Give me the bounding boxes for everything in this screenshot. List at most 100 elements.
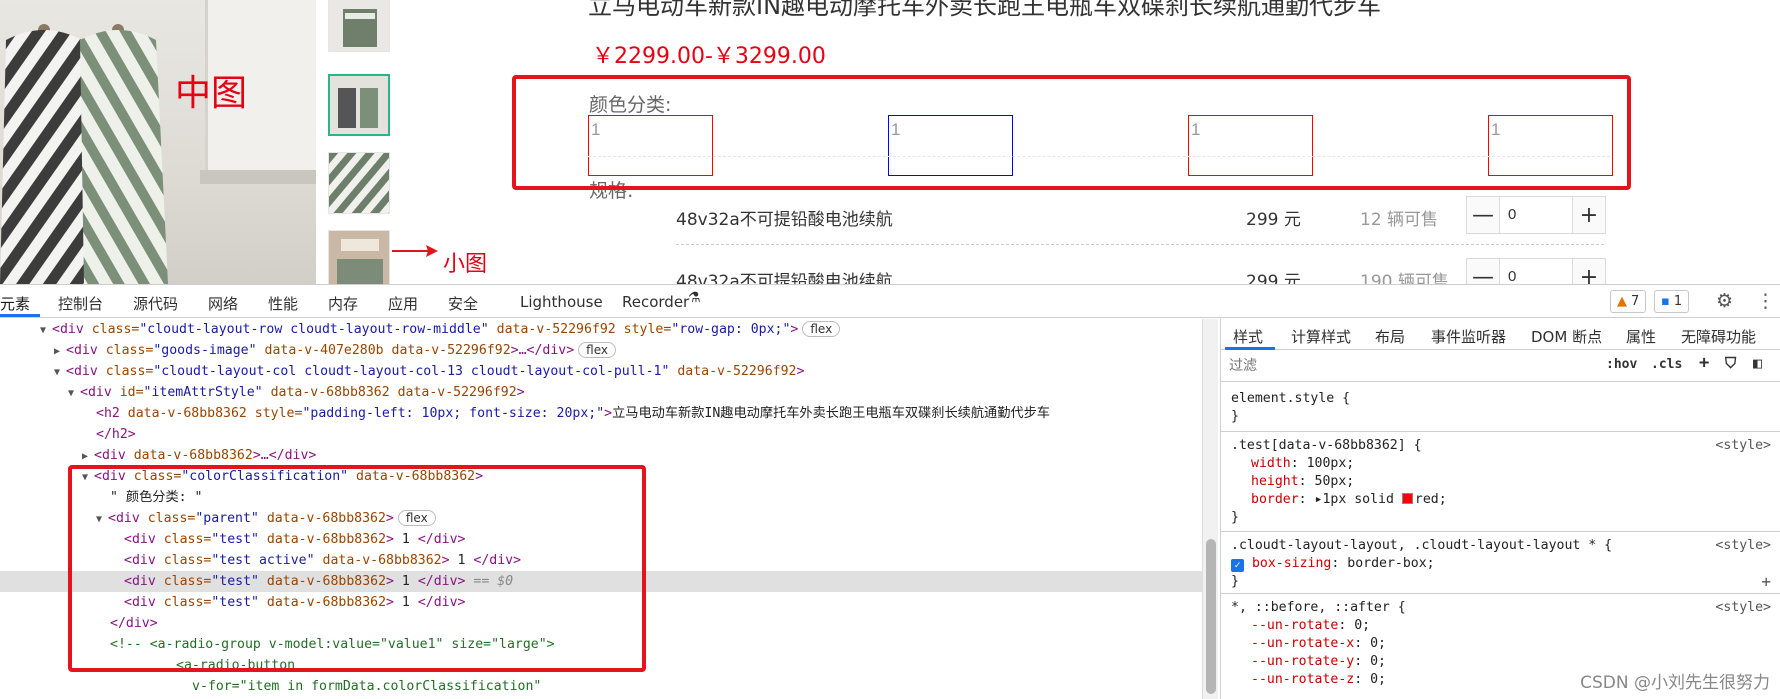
product-title: 立马电动车新款IN趣电动摩托车外卖长跑王电瓶车双碟刹长续航通勤代步车: [588, 0, 1382, 20]
test-rule-selector[interactable]: .test[data-v-68bb8362] { <style>: [1231, 437, 1771, 455]
rule-source-link[interactable]: <style>: [1715, 437, 1771, 455]
dom-node[interactable]: </h2>: [0, 424, 1202, 445]
thumbnail-4[interactable]: [328, 230, 390, 284]
css-declaration[interactable]: --un-rotate-x: 0;: [1231, 635, 1771, 653]
messages-badge[interactable]: ▪ 1: [1654, 290, 1690, 313]
tab-memory[interactable]: 内存: [328, 293, 358, 314]
tab-performance[interactable]: 性能: [268, 293, 298, 314]
flex-badge[interactable]: flex: [802, 321, 841, 337]
css-declaration[interactable]: height: 50px;: [1231, 473, 1771, 491]
tab-lighthouse[interactable]: Lighthouse: [520, 293, 603, 311]
spec-price: 299 元: [1246, 272, 1301, 284]
tab-styles[interactable]: 样式: [1233, 326, 1263, 347]
tab-layout[interactable]: 布局: [1375, 326, 1405, 347]
rule-source-link[interactable]: <style>: [1715, 599, 1771, 617]
tab-accessibility[interactable]: 无障碍功能: [1681, 326, 1756, 347]
annotation-frame-dom-code: [68, 465, 646, 672]
dom-node[interactable]: ▼ <div class="cloudt-layout-col cloudt-la…: [0, 361, 1202, 382]
dom-node[interactable]: ▼ <div class="cloudt-layout-row cloudt-la…: [0, 319, 1202, 340]
tab-security[interactable]: 安全: [448, 293, 478, 314]
tab-event-listeners[interactable]: 事件监听器: [1431, 326, 1506, 347]
dom-node[interactable]: ▼ <div id="itemAttrStyle" data-v-68bb8362…: [0, 382, 1202, 403]
tab-properties[interactable]: 属性: [1626, 326, 1656, 347]
divider: [676, 244, 1604, 245]
annotation-frame-color-boxes: [512, 75, 1631, 190]
paint-icon[interactable]: ⛉: [1725, 354, 1736, 372]
checkbox-icon[interactable]: ✓: [1231, 559, 1244, 572]
expand-icon[interactable]: ▶: [82, 446, 94, 467]
styles-pane: 样式 计算样式 布局 事件监听器 DOM 断点 属性 无障碍功能 :hov .c…: [1220, 319, 1780, 699]
more-menu-icon[interactable]: ⋮: [1756, 290, 1775, 313]
dom-scrollbar[interactable]: [1202, 319, 1218, 699]
collapse-icon[interactable]: ▼: [54, 362, 66, 383]
styles-filter-input[interactable]: [1229, 356, 1589, 376]
devtools-tabbar: 元素 控制台 源代码 网络 性能 内存 应用 安全 Lighthouse Rec…: [0, 285, 1780, 318]
product-page: 中图 小图 立马电动车新款IN趣电动摩托车外卖长跑王电瓶车双碟刹长续航通勤代步车…: [0, 0, 1780, 284]
flask-icon: ⚗: [688, 290, 701, 306]
expand-icon[interactable]: ▶: [54, 341, 66, 362]
rule-close: }: [1231, 510, 1239, 525]
add-rule-icon[interactable]: +: [1699, 353, 1709, 373]
tab-application[interactable]: 应用: [388, 293, 418, 314]
tab-computed[interactable]: 计算样式: [1291, 326, 1351, 347]
rule-close: } +: [1231, 572, 1771, 591]
collapse-icon[interactable]: ▼: [68, 383, 80, 404]
color-swatch[interactable]: [1401, 493, 1413, 504]
tab-dom-breakpoints[interactable]: DOM 断点: [1531, 326, 1602, 347]
sidebar-toggle-icon[interactable]: ◧: [1753, 354, 1762, 372]
tab-recorder[interactable]: Recorder: [622, 293, 689, 311]
css-declaration[interactable]: ✓ box-sizing: border-box;: [1231, 555, 1771, 573]
quantity-input[interactable]: 0: [1499, 259, 1573, 284]
towels-illustration: [0, 24, 168, 284]
rule-separator: [1221, 593, 1780, 594]
tab-sources[interactable]: 源代码: [133, 293, 178, 314]
increment-button[interactable]: +: [1573, 259, 1605, 284]
spec-row: 48v32a不可提铅酸电池续航 299 元 190 辆可售 — 0 +: [676, 258, 1606, 284]
decrement-button[interactable]: —: [1467, 197, 1499, 233]
quantity-input[interactable]: 0: [1499, 197, 1573, 233]
flex-badge[interactable]: flex: [578, 342, 617, 358]
active-tab-indicator: [0, 314, 40, 317]
arrow-icon: [392, 245, 438, 257]
tab-console[interactable]: 控制台: [58, 293, 103, 314]
class-toggle[interactable]: .cls: [1651, 357, 1682, 372]
gear-icon[interactable]: ⚙: [1716, 290, 1733, 313]
dom-node[interactable]: ▶ <div data-v-68bb8362>…</div>: [0, 445, 1202, 466]
quantity-stepper: — 0 +: [1466, 258, 1606, 284]
dom-node[interactable]: <h2 data-v-68bb8362 style="padding-left:…: [0, 403, 1202, 424]
thumbnail-3[interactable]: [328, 152, 390, 214]
tab-network[interactable]: 网络: [208, 293, 238, 314]
thumbnail-1[interactable]: [328, 0, 390, 52]
rule-source-link[interactable]: <style>: [1715, 537, 1771, 555]
spec-stock: 190 辆可售: [1360, 272, 1449, 284]
layout-rule-selector[interactable]: .cloudt-layout-layout, .cloudt-layout-la…: [1231, 537, 1771, 555]
quantity-stepper: — 0 +: [1466, 196, 1606, 234]
styles-filter-row: :hov .cls + ⛉ ◧: [1221, 350, 1780, 382]
message-icon: ▪: [1661, 294, 1670, 309]
css-declaration[interactable]: width: 100px;: [1231, 455, 1771, 473]
add-rule-icon[interactable]: +: [1761, 573, 1771, 591]
warnings-count: 7: [1631, 294, 1640, 309]
rule-separator: [1221, 431, 1780, 432]
css-declaration[interactable]: --un-rotate: 0;: [1231, 617, 1771, 635]
element-style-rule[interactable]: element.style {: [1231, 390, 1771, 408]
watermark: CSDN @小刘先生很努力: [1580, 673, 1770, 693]
spec-name: 48v32a不可提铅酸电池续航: [676, 272, 893, 284]
dom-node[interactable]: ▶ <div class="goods-image" data-v-407e280…: [0, 340, 1202, 361]
dom-comment[interactable]: v-for="item in formData.colorClassificat…: [0, 676, 1202, 697]
increment-button[interactable]: +: [1573, 197, 1605, 233]
messages-count: 1: [1673, 294, 1683, 309]
warnings-badge[interactable]: ▲ 7: [1610, 290, 1647, 313]
tab-elements[interactable]: 元素: [0, 293, 30, 314]
annotation-small-image: 小图: [443, 252, 488, 277]
warning-icon: ▲: [1617, 294, 1627, 309]
hover-state-toggle[interactable]: :hov: [1606, 357, 1637, 372]
scrollbar-thumb[interactable]: [1206, 539, 1216, 694]
collapse-icon[interactable]: ▼: [40, 320, 52, 341]
css-declaration[interactable]: border: ▸1px solid red;: [1231, 491, 1771, 509]
main-product-image: 中图: [0, 0, 316, 284]
spec-stock: 12 辆可售: [1360, 210, 1439, 230]
universal-rule-selector[interactable]: *, ::before, ::after { <style>: [1231, 599, 1771, 617]
decrement-button[interactable]: —: [1467, 259, 1499, 284]
thumbnail-2[interactable]: [328, 74, 390, 136]
